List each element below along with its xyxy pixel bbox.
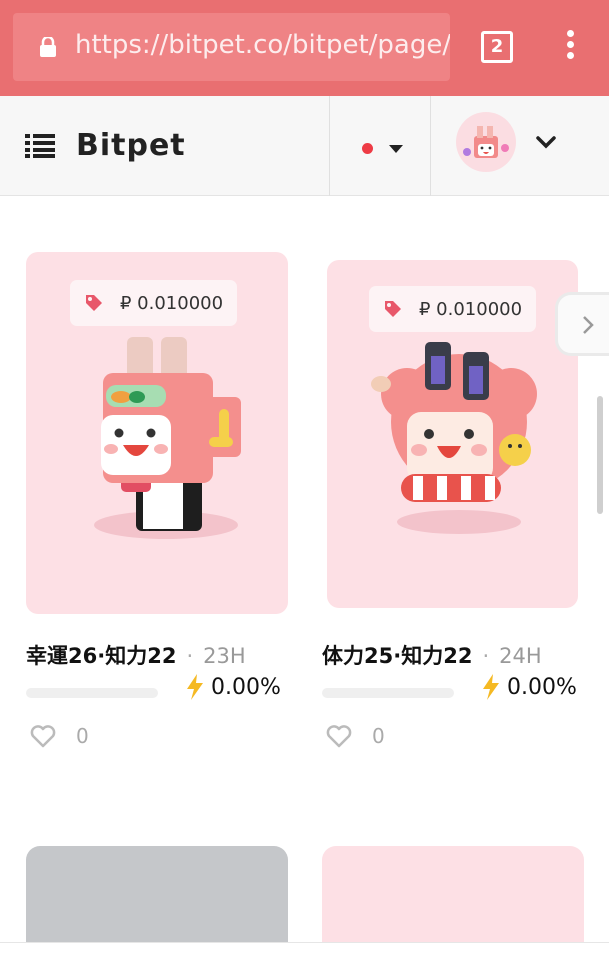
chevron-right-icon (583, 316, 594, 334)
heart-icon[interactable] (326, 724, 352, 748)
pet-age-text: 24H (499, 644, 542, 668)
scrollbar-thumb[interactable] (597, 396, 603, 514)
pet-card[interactable] (26, 846, 288, 946)
like-count: 0 (372, 724, 385, 748)
pet-avatar-icon (463, 126, 509, 158)
like-count: 0 (76, 724, 89, 748)
tab-switcher-button[interactable]: 2 (481, 31, 513, 63)
pet-age-text: 23H (203, 644, 246, 668)
address-bar[interactable]: https://bitpet.co/bitpet/page/1 (13, 13, 450, 81)
browser-toolbar: https://bitpet.co/bitpet/page/1 2 (0, 0, 609, 96)
chevron-down-icon[interactable] (389, 145, 403, 153)
price-tag-icon (86, 295, 102, 311)
pet-card[interactable]: ₽ 0.010000 (26, 252, 288, 614)
list-icon[interactable] (25, 134, 55, 158)
lightning-icon (187, 674, 203, 700)
energy-progress-bar (322, 688, 454, 698)
price-text: ₽ 0.010000 (120, 292, 224, 314)
user-avatar[interactable] (456, 112, 516, 172)
header-divider (430, 96, 431, 196)
heart-icon[interactable] (30, 724, 56, 748)
bunny-pet-image (94, 337, 241, 539)
header-divider (329, 96, 330, 196)
lightning-icon (483, 674, 499, 700)
flower-pet-image (371, 342, 537, 534)
bottom-edge (0, 942, 609, 960)
energy-percent-text: 0.00% (507, 674, 577, 700)
like-button[interactable]: 0 (326, 724, 385, 748)
pet-card[interactable] (322, 846, 584, 946)
energy-progress-bar (26, 688, 158, 698)
browser-menu-icon[interactable] (558, 30, 582, 66)
energy-value: 0.00% (185, 674, 281, 700)
energy-percent-text: 0.00% (211, 674, 281, 700)
pet-card[interactable]: ₽ 0.010000 (327, 260, 578, 608)
price-badge: ₽ 0.010000 (70, 280, 238, 326)
next-page-button[interactable] (555, 292, 609, 356)
url-text[interactable]: https://bitpet.co/bitpet/page/1 (75, 30, 450, 60)
language-flag-icon[interactable] (362, 143, 373, 154)
app-header: Bitpet (0, 96, 609, 196)
pet-stats-text: 体力25·知力22 (322, 644, 473, 668)
energy-value: 0.00% (481, 674, 577, 700)
price-text: ₽ 0.010000 (419, 298, 523, 320)
price-badge: ₽ 0.010000 (369, 286, 537, 332)
pet-card-title[interactable]: 体力25·知力22 · 24H (322, 640, 542, 670)
account-chevron-down-icon[interactable] (536, 136, 556, 150)
pet-stats-text: 幸運26·知力22 (26, 644, 177, 668)
price-tag-icon (385, 301, 401, 317)
pet-card-title[interactable]: 幸運26·知力22 · 23H (26, 640, 246, 670)
brand-title[interactable]: Bitpet (76, 128, 186, 163)
like-button[interactable]: 0 (30, 724, 89, 748)
lock-icon (40, 37, 56, 57)
